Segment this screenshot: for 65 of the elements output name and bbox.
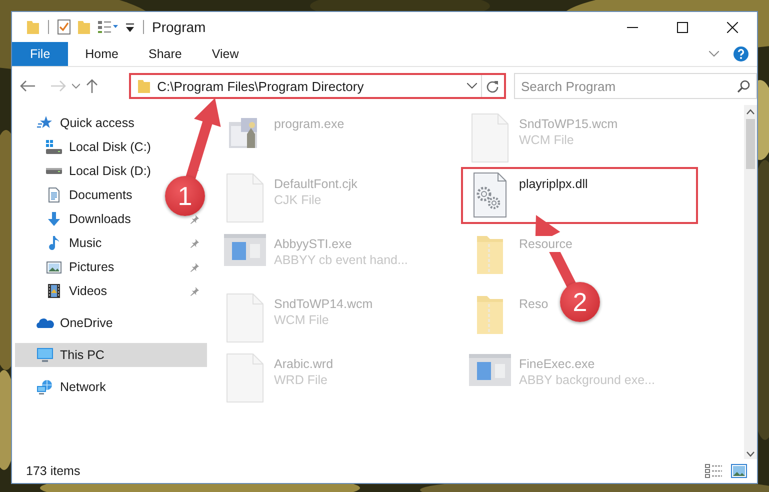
nav-item[interactable]: Local Disk (C:) (15, 135, 151, 159)
scrollbar[interactable] (744, 105, 757, 459)
drive-icon (45, 139, 63, 155)
search-icon (736, 80, 750, 92)
address-field[interactable]: C:\Program Files\Program Directory (129, 73, 506, 99)
pin-icon[interactable] (190, 286, 199, 296)
refresh-icon (486, 80, 500, 92)
network-icon (36, 379, 54, 395)
file-name: AbbyySTI.exe (274, 236, 352, 252)
scroll-up-icon[interactable] (746, 109, 755, 115)
file-type: ABBYY cb event hand... (274, 252, 408, 268)
file-type: WCM File (274, 312, 329, 328)
pin-icon[interactable] (190, 238, 199, 248)
step-badge: 1 (165, 176, 205, 216)
download-arrow-icon (46, 211, 62, 227)
file-type: CJK File (274, 192, 322, 208)
nav-item[interactable]: Pictures (15, 255, 207, 279)
nav-item[interactable]: Quick access (15, 111, 134, 135)
customize-caret-icon[interactable] (125, 21, 135, 33)
drive-icon (46, 168, 62, 174)
file-item[interactable]: playriplpx.dll (461, 167, 698, 224)
nav-item[interactable]: This PC (15, 343, 207, 367)
picture-icon (46, 259, 62, 275)
pin-icon[interactable] (190, 214, 199, 224)
file-type: WCM File (519, 132, 574, 148)
nav-item[interactable]: Videos (15, 279, 207, 303)
scroll-down-icon[interactable] (746, 451, 755, 457)
nav-item[interactable]: Network (15, 375, 106, 399)
folder-icon (137, 78, 152, 94)
monitor-icon (36, 347, 54, 363)
file-type: ABBY background exe... (519, 372, 655, 388)
ribbon-tab[interactable]: View (196, 42, 254, 66)
dropdown-caret-icon[interactable] (466, 83, 477, 89)
window-icon (468, 352, 512, 388)
film-icon (46, 283, 62, 299)
up-button[interactable] (86, 78, 98, 94)
properties-check-icon[interactable] (57, 19, 71, 35)
minimize-icon (626, 26, 638, 28)
nav-item[interactable]: OneDrive (15, 311, 113, 335)
view-options-icon[interactable] (97, 20, 119, 34)
ribbon-tab[interactable]: Home (70, 42, 134, 66)
maximize-icon (676, 22, 688, 32)
pin-icon[interactable] (190, 262, 199, 272)
details-view-icon[interactable] (705, 464, 723, 478)
back-button[interactable] (20, 80, 36, 92)
window-icon (223, 232, 267, 268)
item-count: 173 items (26, 464, 80, 478)
file-name: DefaultFont.cjk (274, 176, 358, 192)
window-title: Program (152, 19, 206, 35)
gear-file-icon (473, 172, 507, 218)
close-icon (726, 22, 738, 32)
file-menu-tab[interactable]: File (12, 42, 68, 66)
scroll-thumb[interactable] (746, 119, 755, 169)
file-name: Resource (519, 236, 572, 252)
help-icon[interactable] (733, 46, 749, 62)
nav-item[interactable]: Music (15, 231, 207, 255)
file-name: playriplpx.dll (519, 176, 588, 192)
large-icons-view-icon[interactable] (731, 464, 747, 478)
collapse-ribbon-icon[interactable] (709, 51, 719, 57)
ribbon-tab[interactable]: Share (134, 42, 197, 66)
step-badge: 2 (560, 282, 600, 322)
document-icon (46, 187, 62, 203)
recent-locations-caret-icon[interactable] (72, 83, 80, 89)
nav-item[interactable]: Documents (15, 183, 132, 207)
file-type: WRD File (274, 372, 328, 388)
